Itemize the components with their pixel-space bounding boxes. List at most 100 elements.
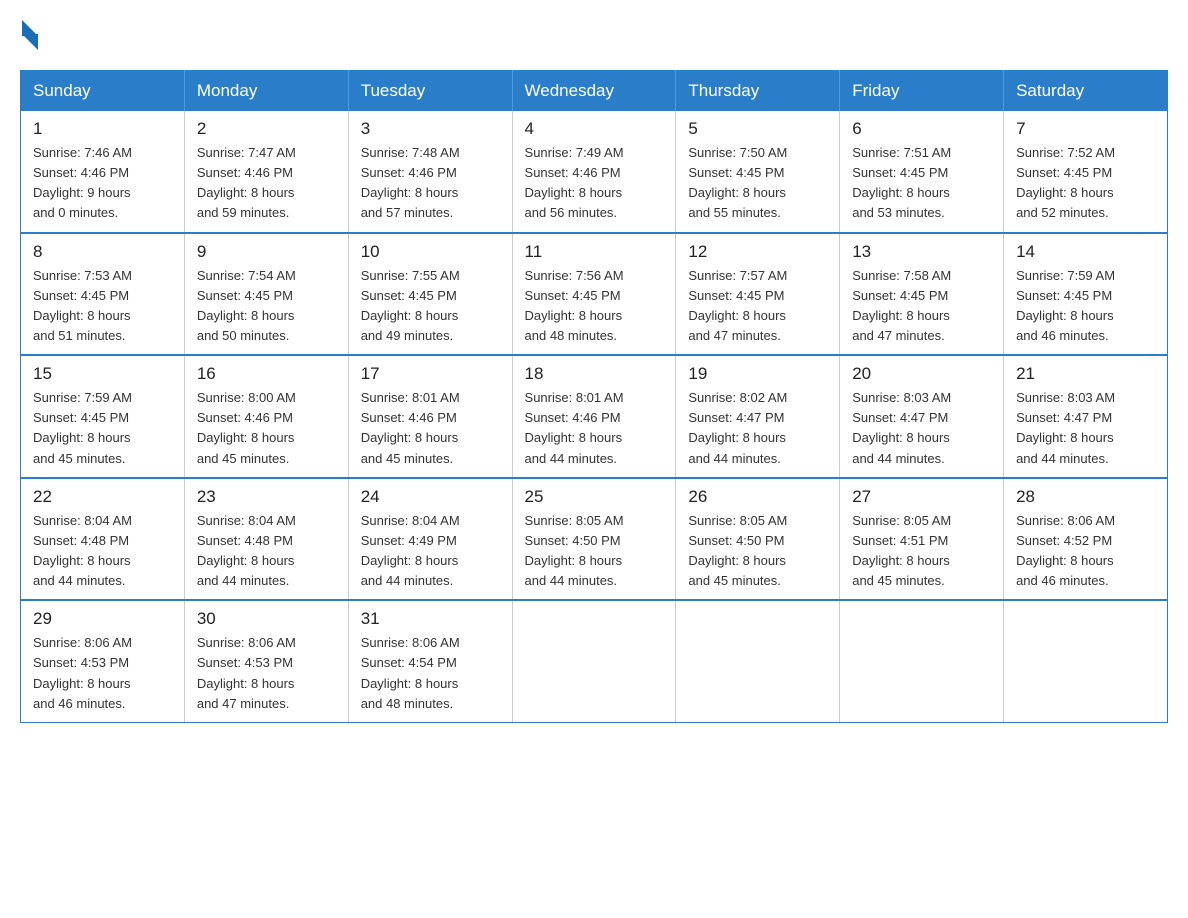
day-number: 23 — [197, 487, 336, 507]
calendar-cell: 11 Sunrise: 7:56 AMSunset: 4:45 PMDaylig… — [512, 233, 676, 356]
calendar-cell: 29 Sunrise: 8:06 AMSunset: 4:53 PMDaylig… — [21, 600, 185, 722]
calendar-cell: 10 Sunrise: 7:55 AMSunset: 4:45 PMDaylig… — [348, 233, 512, 356]
calendar-header-row: SundayMondayTuesdayWednesdayThursdayFrid… — [21, 71, 1168, 112]
day-info: Sunrise: 7:53 AMSunset: 4:45 PMDaylight:… — [33, 266, 172, 347]
day-info: Sunrise: 7:46 AMSunset: 4:46 PMDaylight:… — [33, 143, 172, 224]
day-info: Sunrise: 7:50 AMSunset: 4:45 PMDaylight:… — [688, 143, 827, 224]
day-info: Sunrise: 7:59 AMSunset: 4:45 PMDaylight:… — [1016, 266, 1155, 347]
day-number: 30 — [197, 609, 336, 629]
day-info: Sunrise: 8:00 AMSunset: 4:46 PMDaylight:… — [197, 388, 336, 469]
day-number: 13 — [852, 242, 991, 262]
day-number: 31 — [361, 609, 500, 629]
calendar-cell: 4 Sunrise: 7:49 AMSunset: 4:46 PMDayligh… — [512, 111, 676, 233]
calendar-cell: 19 Sunrise: 8:02 AMSunset: 4:47 PMDaylig… — [676, 355, 840, 478]
day-number: 15 — [33, 364, 172, 384]
calendar-cell: 30 Sunrise: 8:06 AMSunset: 4:53 PMDaylig… — [184, 600, 348, 722]
calendar-week-row: 15 Sunrise: 7:59 AMSunset: 4:45 PMDaylig… — [21, 355, 1168, 478]
calendar-cell: 18 Sunrise: 8:01 AMSunset: 4:46 PMDaylig… — [512, 355, 676, 478]
calendar-cell — [840, 600, 1004, 722]
day-info: Sunrise: 7:56 AMSunset: 4:45 PMDaylight:… — [525, 266, 664, 347]
day-number: 11 — [525, 242, 664, 262]
calendar-cell: 16 Sunrise: 8:00 AMSunset: 4:46 PMDaylig… — [184, 355, 348, 478]
calendar-cell: 31 Sunrise: 8:06 AMSunset: 4:54 PMDaylig… — [348, 600, 512, 722]
calendar-cell: 25 Sunrise: 8:05 AMSunset: 4:50 PMDaylig… — [512, 478, 676, 601]
day-info: Sunrise: 8:04 AMSunset: 4:48 PMDaylight:… — [197, 511, 336, 592]
day-number: 3 — [361, 119, 500, 139]
calendar-cell: 27 Sunrise: 8:05 AMSunset: 4:51 PMDaylig… — [840, 478, 1004, 601]
day-info: Sunrise: 8:03 AMSunset: 4:47 PMDaylight:… — [1016, 388, 1155, 469]
day-number: 24 — [361, 487, 500, 507]
calendar-week-row: 8 Sunrise: 7:53 AMSunset: 4:45 PMDayligh… — [21, 233, 1168, 356]
calendar-week-row: 22 Sunrise: 8:04 AMSunset: 4:48 PMDaylig… — [21, 478, 1168, 601]
calendar-cell: 20 Sunrise: 8:03 AMSunset: 4:47 PMDaylig… — [840, 355, 1004, 478]
day-number: 1 — [33, 119, 172, 139]
calendar-cell: 2 Sunrise: 7:47 AMSunset: 4:46 PMDayligh… — [184, 111, 348, 233]
calendar-cell: 22 Sunrise: 8:04 AMSunset: 4:48 PMDaylig… — [21, 478, 185, 601]
day-info: Sunrise: 7:57 AMSunset: 4:45 PMDaylight:… — [688, 266, 827, 347]
day-info: Sunrise: 7:58 AMSunset: 4:45 PMDaylight:… — [852, 266, 991, 347]
calendar-cell: 12 Sunrise: 7:57 AMSunset: 4:45 PMDaylig… — [676, 233, 840, 356]
day-info: Sunrise: 7:51 AMSunset: 4:45 PMDaylight:… — [852, 143, 991, 224]
day-info: Sunrise: 8:01 AMSunset: 4:46 PMDaylight:… — [525, 388, 664, 469]
calendar-header-thursday: Thursday — [676, 71, 840, 112]
day-info: Sunrise: 7:59 AMSunset: 4:45 PMDaylight:… — [33, 388, 172, 469]
calendar-cell: 1 Sunrise: 7:46 AMSunset: 4:46 PMDayligh… — [21, 111, 185, 233]
calendar-header-wednesday: Wednesday — [512, 71, 676, 112]
calendar-cell: 9 Sunrise: 7:54 AMSunset: 4:45 PMDayligh… — [184, 233, 348, 356]
calendar-header-tuesday: Tuesday — [348, 71, 512, 112]
calendar-cell: 15 Sunrise: 7:59 AMSunset: 4:45 PMDaylig… — [21, 355, 185, 478]
day-info: Sunrise: 8:06 AMSunset: 4:53 PMDaylight:… — [197, 633, 336, 714]
calendar-cell: 24 Sunrise: 8:04 AMSunset: 4:49 PMDaylig… — [348, 478, 512, 601]
logo — [20, 20, 38, 50]
day-number: 19 — [688, 364, 827, 384]
day-number: 4 — [525, 119, 664, 139]
day-number: 18 — [525, 364, 664, 384]
day-info: Sunrise: 8:05 AMSunset: 4:51 PMDaylight:… — [852, 511, 991, 592]
calendar-cell: 14 Sunrise: 7:59 AMSunset: 4:45 PMDaylig… — [1004, 233, 1168, 356]
day-number: 20 — [852, 364, 991, 384]
calendar-cell — [1004, 600, 1168, 722]
day-info: Sunrise: 7:48 AMSunset: 4:46 PMDaylight:… — [361, 143, 500, 224]
day-number: 26 — [688, 487, 827, 507]
day-number: 28 — [1016, 487, 1155, 507]
day-info: Sunrise: 8:06 AMSunset: 4:54 PMDaylight:… — [361, 633, 500, 714]
day-info: Sunrise: 8:05 AMSunset: 4:50 PMDaylight:… — [688, 511, 827, 592]
day-number: 16 — [197, 364, 336, 384]
calendar-header-saturday: Saturday — [1004, 71, 1168, 112]
page-header — [20, 20, 1168, 50]
calendar-cell: 6 Sunrise: 7:51 AMSunset: 4:45 PMDayligh… — [840, 111, 1004, 233]
day-number: 22 — [33, 487, 172, 507]
day-info: Sunrise: 8:06 AMSunset: 4:53 PMDaylight:… — [33, 633, 172, 714]
calendar-table: SundayMondayTuesdayWednesdayThursdayFrid… — [20, 70, 1168, 723]
day-info: Sunrise: 7:55 AMSunset: 4:45 PMDaylight:… — [361, 266, 500, 347]
day-number: 5 — [688, 119, 827, 139]
calendar-header-monday: Monday — [184, 71, 348, 112]
day-number: 17 — [361, 364, 500, 384]
day-number: 10 — [361, 242, 500, 262]
day-info: Sunrise: 7:47 AMSunset: 4:46 PMDaylight:… — [197, 143, 336, 224]
day-number: 7 — [1016, 119, 1155, 139]
calendar-cell: 8 Sunrise: 7:53 AMSunset: 4:45 PMDayligh… — [21, 233, 185, 356]
day-number: 14 — [1016, 242, 1155, 262]
calendar-cell: 7 Sunrise: 7:52 AMSunset: 4:45 PMDayligh… — [1004, 111, 1168, 233]
day-number: 6 — [852, 119, 991, 139]
calendar-cell — [512, 600, 676, 722]
calendar-week-row: 29 Sunrise: 8:06 AMSunset: 4:53 PMDaylig… — [21, 600, 1168, 722]
calendar-week-row: 1 Sunrise: 7:46 AMSunset: 4:46 PMDayligh… — [21, 111, 1168, 233]
calendar-header-sunday: Sunday — [21, 71, 185, 112]
day-number: 9 — [197, 242, 336, 262]
day-info: Sunrise: 7:54 AMSunset: 4:45 PMDaylight:… — [197, 266, 336, 347]
day-number: 21 — [1016, 364, 1155, 384]
day-info: Sunrise: 7:52 AMSunset: 4:45 PMDaylight:… — [1016, 143, 1155, 224]
calendar-cell: 17 Sunrise: 8:01 AMSunset: 4:46 PMDaylig… — [348, 355, 512, 478]
day-info: Sunrise: 8:05 AMSunset: 4:50 PMDaylight:… — [525, 511, 664, 592]
day-info: Sunrise: 8:03 AMSunset: 4:47 PMDaylight:… — [852, 388, 991, 469]
day-info: Sunrise: 8:01 AMSunset: 4:46 PMDaylight:… — [361, 388, 500, 469]
calendar-cell: 23 Sunrise: 8:04 AMSunset: 4:48 PMDaylig… — [184, 478, 348, 601]
calendar-cell: 26 Sunrise: 8:05 AMSunset: 4:50 PMDaylig… — [676, 478, 840, 601]
calendar-cell: 28 Sunrise: 8:06 AMSunset: 4:52 PMDaylig… — [1004, 478, 1168, 601]
day-number: 29 — [33, 609, 172, 629]
day-info: Sunrise: 7:49 AMSunset: 4:46 PMDaylight:… — [525, 143, 664, 224]
day-info: Sunrise: 8:02 AMSunset: 4:47 PMDaylight:… — [688, 388, 827, 469]
day-info: Sunrise: 8:06 AMSunset: 4:52 PMDaylight:… — [1016, 511, 1155, 592]
